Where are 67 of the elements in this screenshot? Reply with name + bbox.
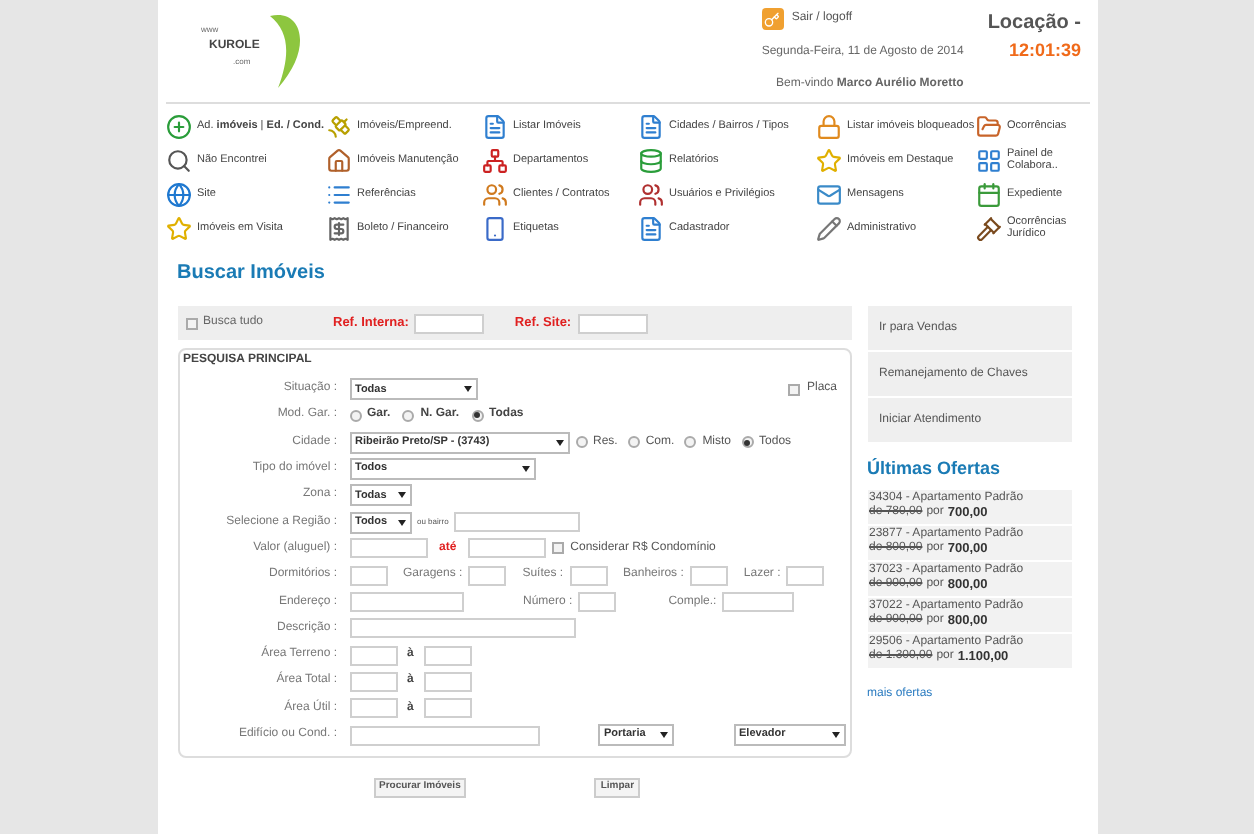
- envelope-icon: [815, 181, 841, 207]
- input-field[interactable]: [578, 592, 617, 613]
- input-field[interactable]: [349, 538, 427, 559]
- globe-icon: [165, 181, 191, 207]
- caret-icon: [463, 386, 471, 393]
- radio-button[interactable]: [684, 436, 697, 449]
- phone-icon: [481, 215, 507, 241]
- input-field[interactable]: [423, 645, 472, 666]
- star-icon: [165, 215, 191, 241]
- radio-button[interactable]: [402, 409, 415, 422]
- input-field[interactable]: [569, 565, 608, 586]
- checkbox[interactable]: [185, 317, 197, 329]
- input-field[interactable]: [454, 512, 581, 533]
- database-icon: [637, 147, 663, 173]
- users-icon: [637, 181, 663, 207]
- radio-button[interactable]: [627, 436, 640, 449]
- caret-icon: [397, 519, 405, 526]
- satellite-icon: [325, 113, 351, 139]
- users-icon: [481, 181, 507, 207]
- input-field[interactable]: [468, 565, 507, 586]
- input-field[interactable]: [349, 645, 397, 666]
- gavel-icon: [975, 215, 1001, 241]
- list-icon: [325, 181, 351, 207]
- key-icon: [761, 8, 784, 30]
- document-icon: [637, 113, 663, 139]
- input-field[interactable]: [349, 725, 539, 745]
- location-label: Locação -: [987, 10, 1081, 38]
- calendar-icon: [975, 181, 1001, 207]
- caret-icon: [521, 466, 529, 473]
- checkbox[interactable]: [552, 542, 565, 555]
- caret-icon: [555, 439, 563, 446]
- input-field[interactable]: [414, 313, 485, 333]
- caret-icon: [397, 492, 405, 499]
- page-title: Buscar Imóveis: [177, 260, 327, 288]
- input-field[interactable]: [349, 565, 387, 586]
- input-field[interactable]: [689, 565, 728, 586]
- lock-icon: [815, 113, 841, 139]
- input-field[interactable]: [423, 671, 472, 692]
- radio-button[interactable]: [471, 409, 484, 422]
- input-field[interactable]: [349, 592, 463, 613]
- caret-icon: [831, 732, 839, 738]
- input-field[interactable]: [577, 313, 648, 333]
- clock-text: 12:01:39: [1008, 38, 1081, 64]
- input-field[interactable]: [349, 671, 397, 692]
- input-field[interactable]: [786, 565, 825, 586]
- radio-button[interactable]: [349, 409, 361, 422]
- receipt-icon: [325, 215, 351, 241]
- network-icon: [481, 147, 507, 173]
- star-icon: [815, 147, 841, 173]
- radio-button[interactable]: [575, 436, 587, 449]
- input-field[interactable]: [468, 538, 547, 559]
- folder-icon: [975, 113, 1001, 139]
- house-icon: [325, 147, 351, 173]
- document-icon: [481, 113, 507, 139]
- add-icon: [165, 113, 191, 139]
- input-field[interactable]: [349, 618, 575, 639]
- document-icon: [637, 215, 663, 241]
- input-field[interactable]: [423, 698, 472, 719]
- input-field[interactable]: [722, 592, 795, 613]
- grid-icon: [975, 147, 1001, 173]
- offers-title: Últimas Ofertas: [867, 456, 1003, 482]
- checkbox[interactable]: [788, 383, 801, 396]
- caret-icon: [660, 732, 668, 738]
- radio-button[interactable]: [741, 436, 754, 449]
- search-icon: [165, 147, 191, 173]
- pencil-icon: [815, 215, 841, 241]
- input-field[interactable]: [349, 698, 397, 719]
